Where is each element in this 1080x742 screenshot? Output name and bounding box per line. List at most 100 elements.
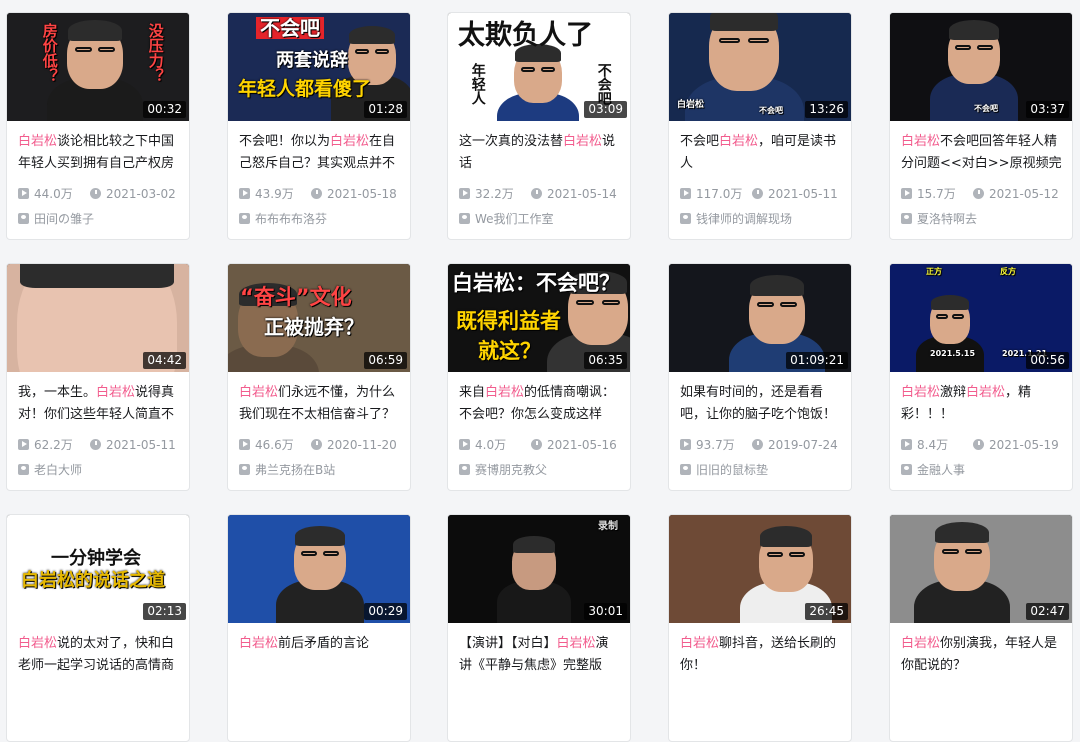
video-card[interactable]: 01:09:21 如果有时间的，还是看看吧，让你的脑子吃个饱饭！ 93.7万 2019… (668, 263, 852, 491)
video-title[interactable]: 不会吧白岩松，咱可是读书人 (680, 131, 842, 175)
uploader-name[interactable]: 金融人事 (917, 463, 965, 477)
thumbnail-caption: 年轻人 (469, 63, 486, 105)
video-thumbnail[interactable]: 不会吧 两套说辞 年轻人都看傻了 01:28 (228, 13, 410, 121)
publish-date: 2019-07-24 (768, 438, 838, 452)
duration-badge: 00:29 (364, 603, 407, 620)
duration-badge: 06:59 (364, 352, 407, 369)
video-thumbnail[interactable]: 00:29 (228, 515, 410, 623)
uploader[interactable]: 金融人事 (901, 463, 1069, 477)
view-count: 62.2万 (34, 438, 73, 452)
video-title[interactable]: 这一次真的没法替白岩松说话 (459, 131, 621, 175)
video-title[interactable]: 如果有时间的，还是看看吧，让你的脑子吃个饱饭！ (680, 382, 842, 426)
publish-date-wrap: 2021-05-16 (531, 438, 617, 452)
uploader-icon (680, 464, 691, 475)
video-thumbnail[interactable]: 正方 反方 2021.5.15 2021.1.21 00:56 (890, 264, 1072, 372)
video-card[interactable]: 白岩松：不会吧？ 既得利益者 就这？ 06:35 来自白岩松的低情商嘲讽：不会吧？你怎么… (447, 263, 631, 491)
uploader[interactable]: 赛博朋克教父 (459, 463, 627, 477)
publish-date: 2021-05-16 (547, 438, 617, 452)
video-card[interactable]: 02:47 白岩松你别演我，年轻人是你配说的？ (889, 514, 1073, 742)
thumbnail-caption: 年轻人都看傻了 (238, 78, 372, 100)
uploader[interactable]: We我们工作室 (459, 212, 627, 226)
uploader[interactable]: 钱律师的调解现场 (680, 212, 848, 226)
video-thumbnail[interactable]: 太欺负人了 年轻人 不会吧 03:09 (448, 13, 630, 121)
duration-badge: 02:13 (143, 603, 186, 620)
uploader-name[interactable]: 老白大师 (34, 463, 82, 477)
video-stats: 117.0万 2021-05-11 (680, 187, 848, 201)
video-title[interactable]: 白岩松说的太对了，快和白老师一起学习说话的高情商 (18, 633, 180, 677)
video-title[interactable]: 不会吧！你以为白岩松在自己怒斥自己？其实观点并不 (239, 131, 401, 175)
thumbnail-caption: 一分钟学会 (51, 548, 141, 569)
uploader-name[interactable]: 布布布布洛芬 (255, 212, 327, 226)
duration-badge: 26:45 (805, 603, 848, 620)
uploader[interactable]: 布布布布洛芬 (239, 212, 407, 226)
video-card[interactable]: 不会吧 两套说辞 年轻人都看傻了 01:28 不会吧！你以为白岩松在自己怒斥自己？其实观… (227, 12, 411, 240)
video-thumbnail[interactable]: 白岩松 不会吧 13:26 (669, 13, 851, 121)
duration-badge: 13:26 (805, 101, 848, 118)
uploader-name[interactable]: 赛博朋克教父 (475, 463, 547, 477)
thumbnail-person (684, 13, 804, 121)
uploader-name[interactable]: 旧旧的鼠标垫 (696, 463, 768, 477)
video-stats: 15.7万 2021-05-12 (901, 187, 1069, 201)
video-title[interactable]: 白岩松谈论相比较之下中国年轻人买到拥有自己产权房 (18, 131, 180, 175)
video-thumbnail[interactable]: 04:42 (7, 264, 189, 372)
thumbnail-caption: 太欺负人了 (458, 20, 593, 51)
video-title[interactable]: 白岩松不会吧回答年轻人精分问题<<对白>>原视频完 (901, 131, 1063, 175)
video-card[interactable]: 04:42 我，一本生。白岩松说得真对！你们这些年轻人简直不 62.2万 2021-0… (6, 263, 190, 491)
publish-date-wrap: 2021-05-19 (973, 438, 1059, 452)
clock-icon (531, 439, 542, 450)
video-title[interactable]: 来自白岩松的低情商嘲讽：不会吧？你怎么变成这样 (459, 382, 621, 426)
uploader-name[interactable]: 田间の雏子 (34, 212, 94, 226)
video-title[interactable]: 【演讲】【对白】白岩松演讲《平静与焦虑》完整版 (459, 633, 621, 677)
uploader[interactable]: 弗兰克扬在B站 (239, 463, 407, 477)
video-title[interactable]: 我，一本生。白岩松说得真对！你们这些年轻人简直不 (18, 382, 180, 426)
video-card[interactable]: 白岩松 不会吧 13:26 不会吧白岩松，咱可是读书人 117.0万 2021-05-11… (668, 12, 852, 240)
uploader-name[interactable]: We我们工作室 (475, 212, 554, 226)
video-title[interactable]: 白岩松前后矛盾的言论 (239, 633, 401, 677)
video-card[interactable]: 26:45 白岩松聊抖音，送给长刷的你！ (668, 514, 852, 742)
thumbnail-caption: 不会吧 (595, 63, 612, 105)
video-card[interactable]: 房价低？ 没压力？ 00:32 白岩松谈论相比较之下中国年轻人买到拥有自己产权房 44.… (6, 12, 190, 240)
uploader[interactable]: 老白大师 (18, 463, 186, 477)
uploader-name[interactable]: 弗兰克扬在B站 (255, 463, 335, 477)
video-thumbnail[interactable]: 26:45 (669, 515, 851, 623)
title-keyword-highlight: 白岩松 (239, 385, 279, 400)
publish-date: 2021-05-12 (989, 187, 1059, 201)
video-title[interactable]: 白岩松聊抖音，送给长刷的你！ (680, 633, 842, 677)
thumbnail-caption: 两套说辞 (276, 50, 348, 71)
video-grid: 房价低？ 没压力？ 00:32 白岩松谈论相比较之下中国年轻人买到拥有自己产权房 44.… (0, 0, 1080, 742)
video-card[interactable]: 正方 反方 2021.5.15 2021.1.21 00:56 白岩松激辩白岩松，精彩！！… (889, 263, 1073, 491)
uploader[interactable]: 旧旧的鼠标垫 (680, 463, 848, 477)
clock-icon (311, 439, 322, 450)
video-title[interactable]: 白岩松们永远不懂，为什么我们现在不太相信奋斗了？ (239, 382, 401, 426)
video-thumbnail[interactable]: 白岩松：不会吧？ 既得利益者 就这？ 06:35 (448, 264, 630, 372)
title-keyword-highlight: 白岩松 (485, 385, 525, 400)
video-stats: 93.7万 2019-07-24 (680, 438, 848, 452)
video-card[interactable]: 一分钟学会 白岩松的说话之道 02:13 白岩松说的太对了，快和白老师一起学习说话的高… (6, 514, 190, 742)
uploader-name[interactable]: 钱律师的调解现场 (696, 212, 792, 226)
video-card[interactable]: 不会吧 03:37 白岩松不会吧回答年轻人精分问题<<对白>>原视频完 15.7万 20… (889, 12, 1073, 240)
video-title[interactable]: 白岩松你别演我，年轻人是你配说的？ (901, 633, 1063, 677)
duration-badge: 04:42 (143, 352, 186, 369)
video-card[interactable]: 太欺负人了 年轻人 不会吧 03:09 这一次真的没法替白岩松说话 32.2万 2021-0… (447, 12, 631, 240)
video-thumbnail[interactable]: 房价低？ 没压力？ 00:32 (7, 13, 189, 121)
video-thumbnail[interactable]: 录制 30:01 (448, 515, 630, 623)
uploader-icon (459, 213, 470, 224)
video-thumbnail[interactable]: 一分钟学会 白岩松的说话之道 02:13 (7, 515, 189, 623)
title-keyword-highlight: 白岩松 (96, 385, 136, 400)
video-thumbnail[interactable]: “奋斗”文化 正被抛弃？ 06:59 (228, 264, 410, 372)
video-stats: 4.0万 2021-05-16 (459, 438, 627, 452)
video-thumbnail[interactable]: 01:09:21 (669, 264, 851, 372)
video-card[interactable]: “奋斗”文化 正被抛弃？ 06:59 白岩松们永远不懂，为什么我们现在不太相信奋斗了？… (227, 263, 411, 491)
thumbnail-person (914, 521, 1010, 623)
uploader[interactable]: 夏洛特啊去 (901, 212, 1069, 226)
video-thumbnail[interactable]: 不会吧 03:37 (890, 13, 1072, 121)
video-card[interactable]: 录制 30:01 【演讲】【对白】白岩松演讲《平静与焦虑》完整版 (447, 514, 631, 742)
video-thumbnail[interactable]: 02:47 (890, 515, 1072, 623)
duration-badge: 01:09:21 (786, 352, 848, 369)
video-card[interactable]: 00:29 白岩松前后矛盾的言论 (227, 514, 411, 742)
publish-date: 2021-05-11 (106, 438, 176, 452)
video-title[interactable]: 白岩松激辩白岩松，精彩！！！ (901, 382, 1063, 426)
uploader[interactable]: 田间の雏子 (18, 212, 186, 226)
uploader-name[interactable]: 夏洛特啊去 (917, 212, 977, 226)
play-count-icon (901, 439, 912, 450)
